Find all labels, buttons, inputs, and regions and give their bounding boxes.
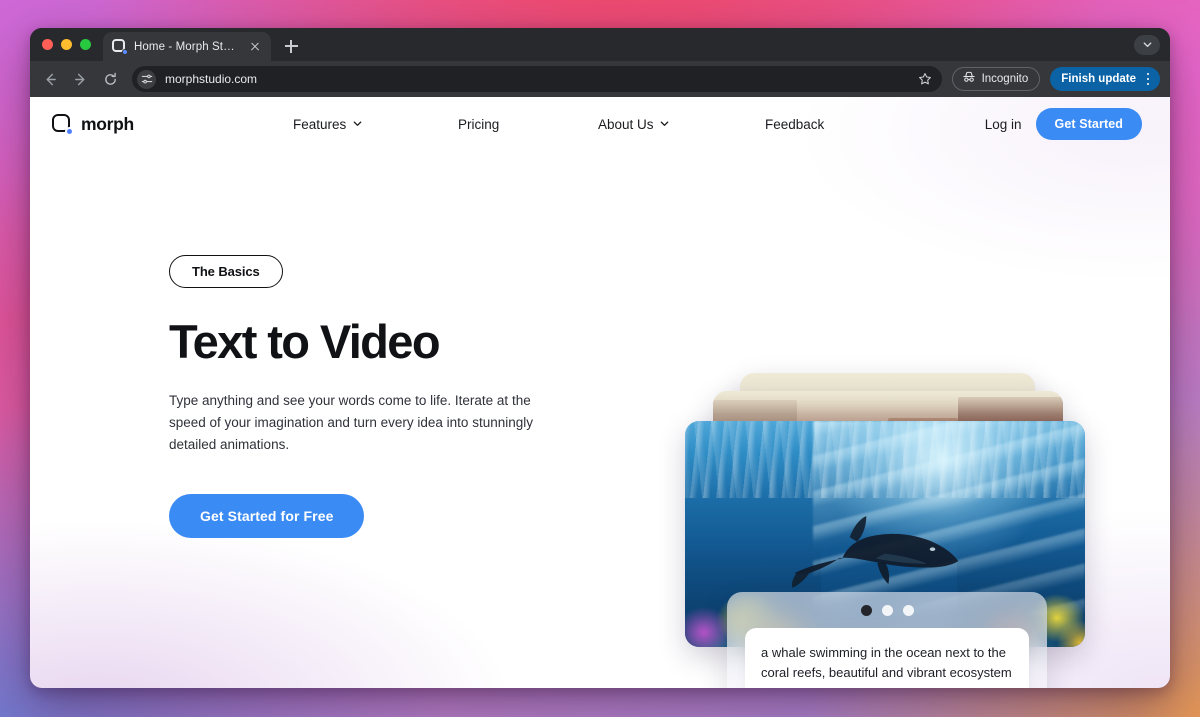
incognito-label: Incognito	[981, 73, 1029, 85]
hero-badge: The Basics	[169, 255, 283, 288]
get-started-button[interactable]: Get Started	[1035, 108, 1142, 140]
chevron-down-icon	[352, 117, 363, 132]
navbar-actions: Log in Get Started	[985, 108, 1142, 140]
chevron-down-icon	[659, 117, 670, 132]
carousel-dot-1[interactable]	[860, 605, 872, 616]
maximize-window-button[interactable]	[80, 39, 91, 50]
hero-description: Type anything and see your words come to…	[169, 393, 533, 453]
reload-icon[interactable]	[96, 65, 124, 93]
brand-name: morph	[81, 113, 134, 134]
nav-item-feedback[interactable]: Feedback	[765, 117, 824, 132]
window-traffic-lights	[42, 28, 103, 61]
nav-links: Features Pricing About Us Feedback	[293, 117, 824, 132]
get-started-for-free-button[interactable]: Get Started for Free	[169, 494, 365, 539]
site-navbar: morph Features Pricing About Us Feedback…	[30, 97, 1170, 151]
nav-item-feedback-label: Feedback	[764, 116, 825, 132]
nav-item-features[interactable]: Features	[293, 117, 458, 132]
desktop-wallpaper: Home - Morph Studio morphstudio.com Inco…	[0, 0, 1200, 717]
forward-arrow-icon[interactable]	[66, 65, 94, 93]
tabstrip-right-controls	[1134, 28, 1170, 61]
new-tab-plus-icon[interactable]	[278, 33, 304, 59]
tune-sliders-icon[interactable]	[137, 69, 156, 89]
kebab-menu-icon[interactable]	[1139, 69, 1157, 89]
morph-logo-icon	[52, 113, 74, 136]
hero-media-showcase: a whale swimming in the ocean next to th…	[685, 317, 1105, 688]
tab-favicon-morph-logo-icon	[112, 39, 128, 55]
incognito-hat-icon	[962, 70, 976, 89]
prompt-panel: a whale swimming in the ocean next to th…	[727, 592, 1047, 688]
tab-title: Home - Morph Studio	[134, 40, 240, 53]
finish-update-button[interactable]: Finish update	[1050, 67, 1160, 91]
nav-item-pricing-label: Pricing	[457, 116, 500, 132]
nav-item-features-label: Features	[292, 116, 347, 132]
nav-item-about-us-label: About Us	[597, 116, 654, 132]
nav-item-about-us[interactable]: About Us	[598, 117, 765, 132]
browser-tab[interactable]: Home - Morph Studio	[103, 32, 271, 61]
browser-tab-strip: Home - Morph Studio	[30, 28, 1170, 61]
brand-logo[interactable]: morph	[52, 113, 134, 136]
incognito-indicator[interactable]: Incognito	[951, 67, 1041, 91]
browser-toolbar: morphstudio.com Incognito Finish update	[30, 61, 1170, 97]
carousel-dots[interactable]	[727, 605, 1047, 616]
page-viewport: morph Features Pricing About Us Feedback…	[30, 97, 1170, 688]
carousel-dot-3[interactable]	[902, 605, 914, 616]
nav-item-pricing[interactable]: Pricing	[458, 117, 598, 132]
back-arrow-icon[interactable]	[36, 65, 64, 93]
address-bar[interactable]: morphstudio.com	[132, 66, 942, 92]
browser-window: Home - Morph Studio morphstudio.com Inco…	[30, 28, 1170, 688]
star-icon[interactable]	[914, 68, 936, 90]
finish-update-label: Finish update	[1061, 73, 1136, 85]
url-text: morphstudio.com	[165, 72, 258, 86]
tab-close-icon[interactable]	[247, 39, 263, 55]
prompt-text: a whale swimming in the ocean next to th…	[745, 628, 1029, 688]
minimize-window-button[interactable]	[61, 39, 72, 50]
login-link[interactable]: Log in	[985, 117, 1022, 132]
carousel-dot-2[interactable]	[881, 605, 893, 616]
chevron-down-icon[interactable]	[1134, 34, 1160, 55]
close-window-button[interactable]	[42, 39, 53, 50]
whale-silhouette-icon	[791, 515, 959, 588]
